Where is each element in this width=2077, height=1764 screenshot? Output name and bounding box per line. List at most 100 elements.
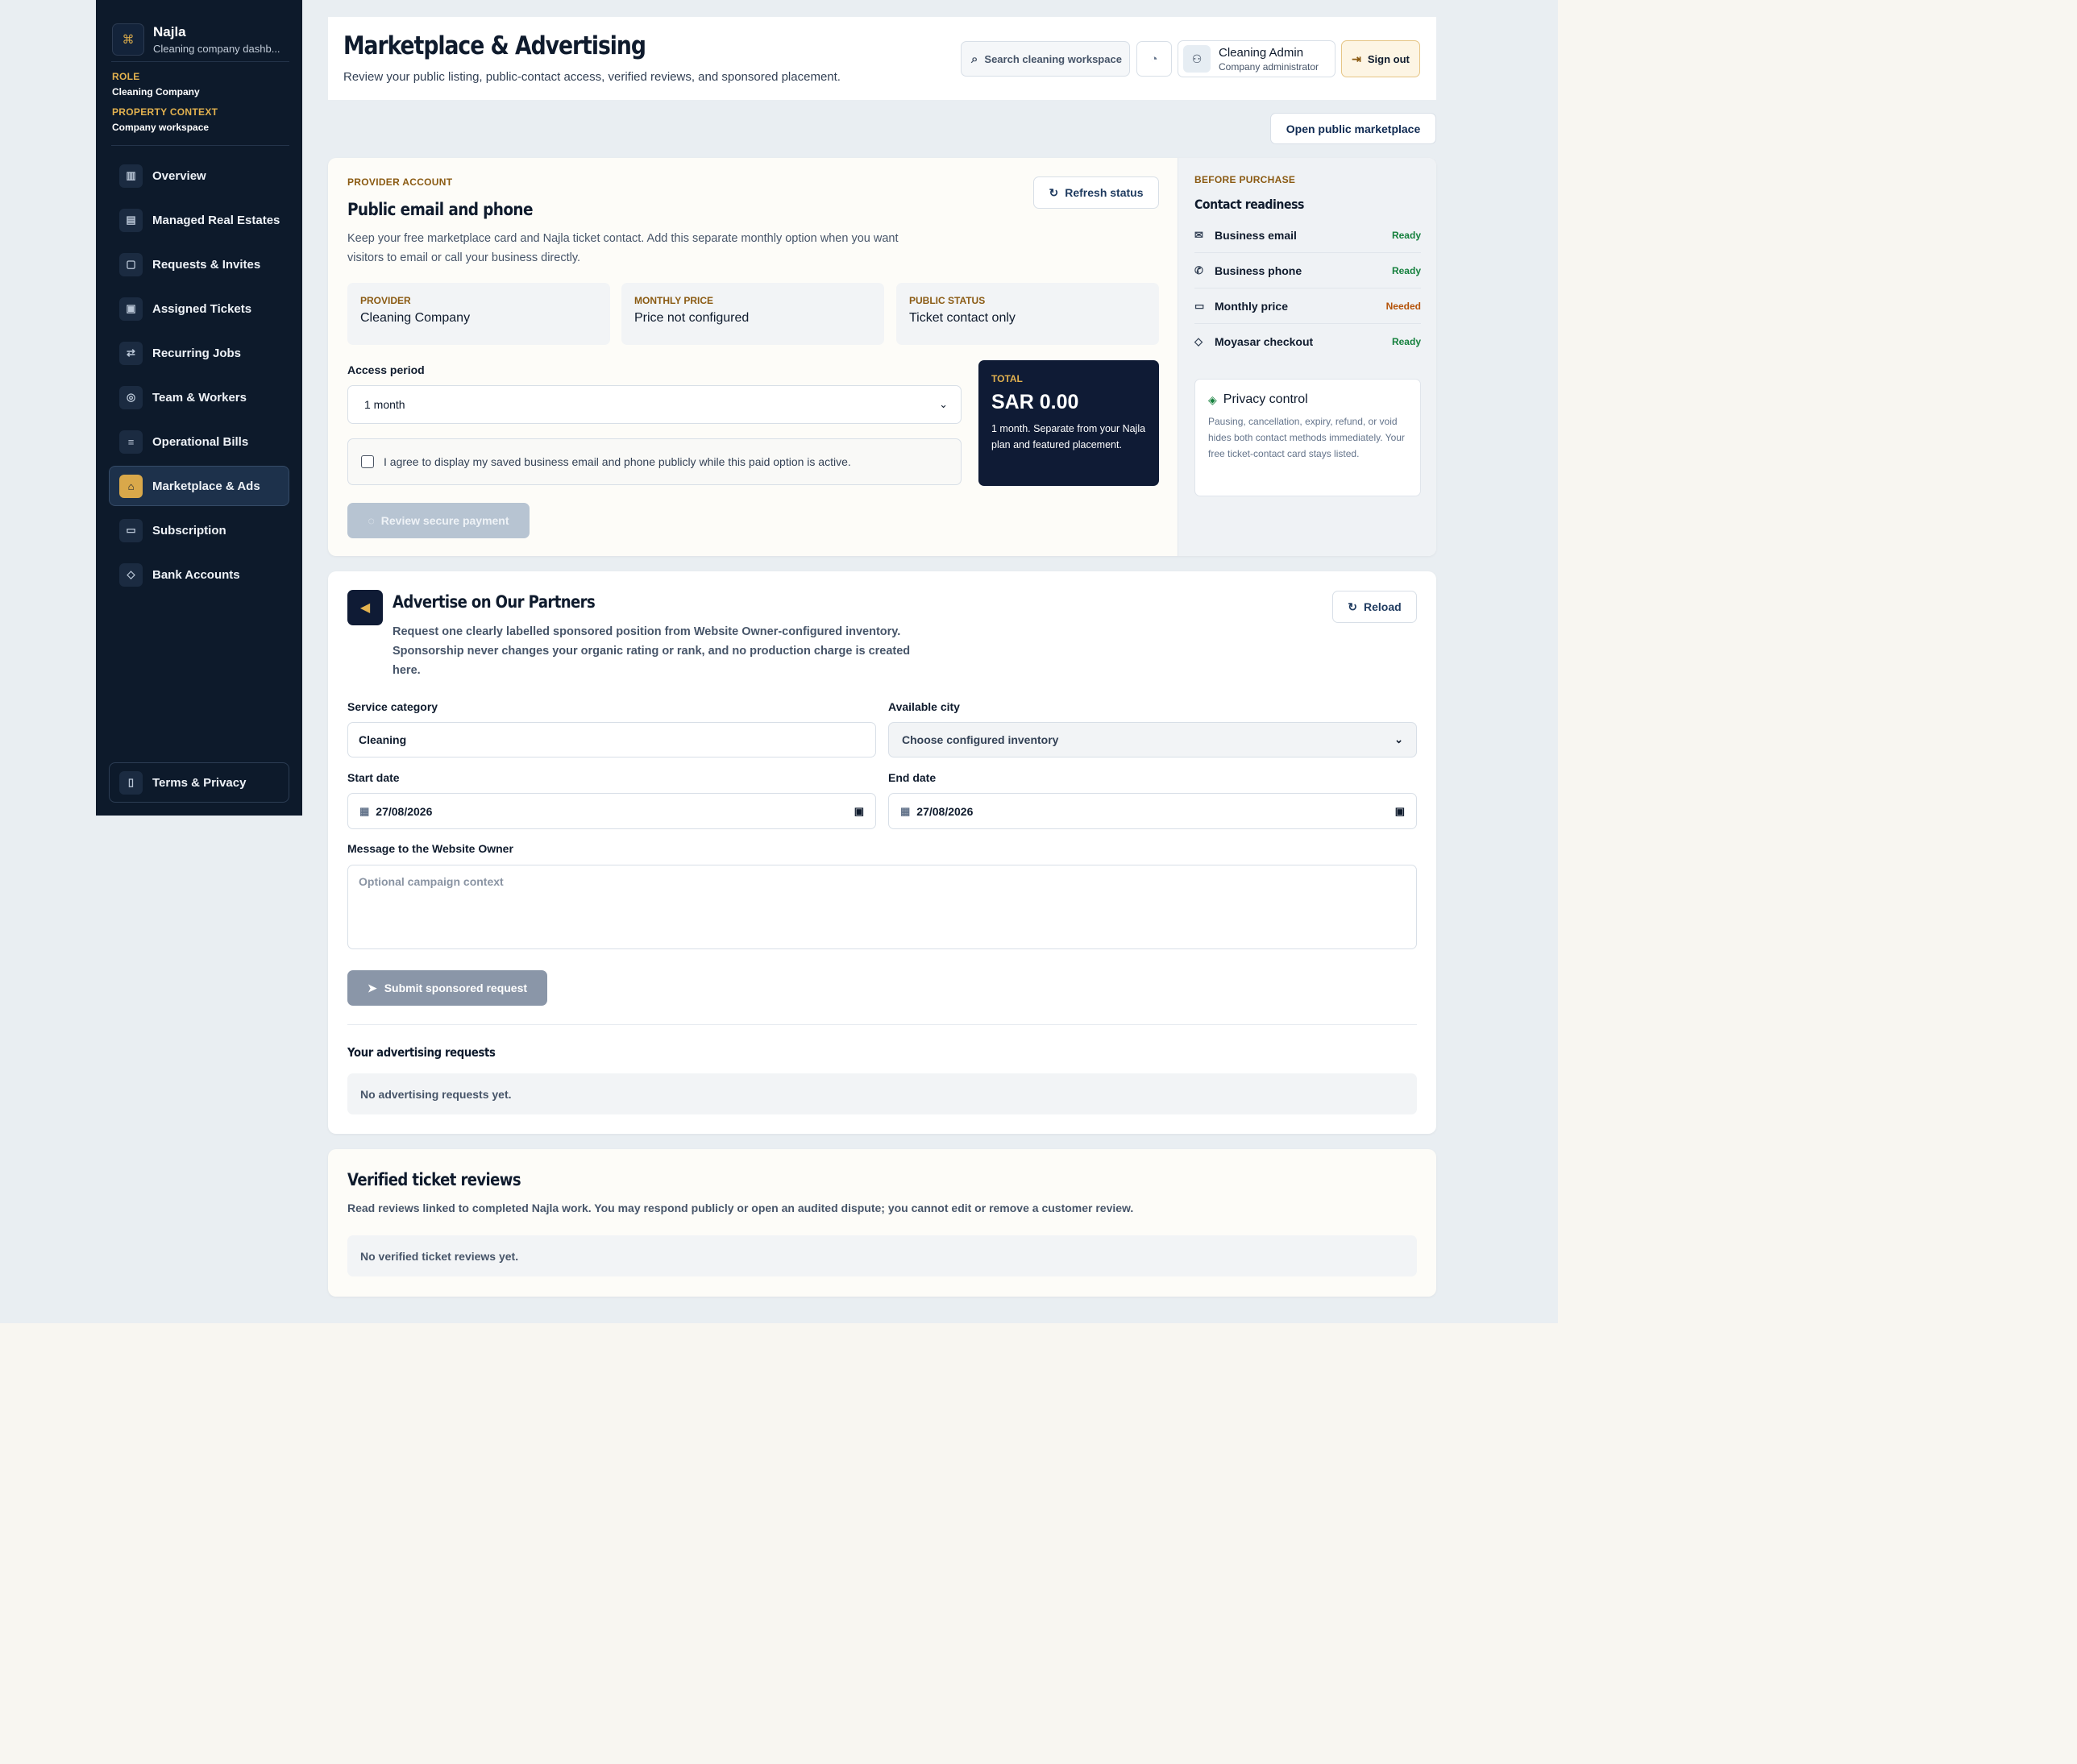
sidebar-item-label: Marketplace & Ads: [152, 479, 260, 493]
terms-label: Terms & Privacy: [152, 775, 247, 790]
shield-icon: ◇: [119, 562, 143, 587]
brand-logo-icon: ⌘: [112, 23, 144, 56]
status-badge: Ready: [1391, 336, 1421, 347]
provider-description: Keep your free marketplace card and Najl…: [347, 232, 899, 264]
message-textarea[interactable]: Optional campaign context: [347, 865, 1417, 949]
open-marketplace-button[interactable]: Open public marketplace: [1270, 113, 1436, 144]
agree-checkbox[interactable]: [361, 455, 374, 468]
reload-button[interactable]: ↻ Reload: [1332, 591, 1417, 623]
sidebar-item-managed-real-estates[interactable]: ▤ Managed Real Estates: [109, 200, 289, 240]
search-input[interactable]: ⌕ Search cleaning workspace: [961, 41, 1130, 77]
role-value: Cleaning Company: [112, 86, 200, 98]
refresh-label: Refresh status: [1065, 186, 1144, 199]
message-placeholder: Optional campaign context: [359, 875, 504, 888]
privacy-text: Pausing, cancellation, expiry, refund, o…: [1208, 416, 1405, 459]
start-date-value: 27/08/2026: [376, 804, 433, 818]
advertising-requests-empty: No advertising requests yet.: [347, 1073, 1417, 1114]
access-period-select[interactable]: 1 month ⌄: [347, 385, 962, 424]
sidebar-nav: ▥ Overview ▤ Managed Real Estates ▢ Request…: [109, 156, 289, 599]
calendar-picker-icon[interactable]: ▣: [854, 805, 864, 818]
role-label: ROLE: [112, 71, 140, 82]
privacy-title: Privacy control: [1223, 392, 1308, 406]
calendar-icon: ▦: [900, 804, 911, 817]
store-icon: ⌂: [119, 474, 143, 498]
refresh-status-button[interactable]: ↻ Refresh status: [1033, 176, 1159, 209]
reviews-title: Verified ticket reviews: [347, 1170, 521, 1189]
available-city-value: Choose configured inventory: [902, 733, 1059, 746]
user-menu[interactable]: ⚇ Cleaning Admin Company administrator: [1178, 40, 1336, 77]
available-city-select[interactable]: Choose configured inventory ⌄: [888, 722, 1417, 757]
sidebar-item-label: Operational Bills: [152, 434, 249, 449]
submit-sponsored-request-button[interactable]: ➤ Submit sponsored request: [347, 970, 547, 1006]
advertise-title: Advertise on Our Partners: [393, 592, 596, 612]
end-date-label: End date: [888, 771, 937, 784]
reload-label: Reload: [1364, 600, 1402, 613]
sidebar-item-label: Requests & Invites: [152, 257, 261, 272]
advertise-card: ◀ Advertise on Our Partners Request one …: [328, 571, 1436, 1134]
page-title: Marketplace & Advertising: [343, 31, 646, 60]
card-icon: ▭: [119, 518, 143, 542]
shield-check-icon: ◈: [1208, 392, 1217, 406]
readiness-row: ✆ Business phone Ready: [1194, 253, 1421, 288]
calendar-icon: ▦: [359, 804, 370, 817]
sign-out-button[interactable]: ⇥ Sign out: [1341, 40, 1420, 77]
readiness-title: Contact readiness: [1194, 197, 1305, 212]
search-placeholder: Search cleaning workspace: [984, 52, 1122, 65]
shield-icon: ◇: [1194, 335, 1203, 347]
stat-label: PROVIDER: [360, 295, 411, 306]
sidebar-item-operational-bills[interactable]: ≡ Operational Bills: [109, 421, 289, 462]
status-badge: Needed: [1385, 300, 1421, 312]
review-payment-button[interactable]: ◌ Review secure payment: [347, 503, 530, 538]
brand[interactable]: ⌘ Najla Cleaning company dashb...: [112, 16, 286, 63]
calendar-picker-icon[interactable]: ▣: [1395, 805, 1405, 818]
sidebar-item-team-workers[interactable]: ◎ Team & Workers: [109, 377, 289, 417]
phone-icon: ✆: [1194, 264, 1203, 276]
start-date-input[interactable]: ▦ 27/08/2026 ▣: [347, 793, 876, 829]
mail-icon: ✉: [1194, 228, 1203, 241]
reviews-empty: No verified ticket reviews yet.: [347, 1235, 1417, 1276]
sidebar-item-label: Managed Real Estates: [152, 213, 280, 227]
stat-value: Cleaning Company: [360, 311, 471, 325]
user-avatar-icon: ⚇: [1183, 45, 1211, 73]
readiness-row: ✉ Business email Ready: [1194, 218, 1421, 253]
sidebar-item-requests-invites[interactable]: ▢ Requests & Invites: [109, 244, 289, 284]
sidebar-item-label: Recurring Jobs: [152, 346, 242, 360]
sidebar-item-label: Team & Workers: [152, 390, 247, 405]
bar-chart-icon: ▥: [119, 164, 143, 188]
end-date-input[interactable]: ▦ 27/08/2026 ▣: [888, 793, 1417, 829]
sidebar: ⌘ Najla Cleaning company dashb... ROLE C…: [96, 0, 302, 816]
refresh-icon: ↻: [1348, 600, 1358, 613]
receipt-icon: ≡: [119, 430, 143, 454]
sidebar-item-label: Subscription: [152, 523, 226, 538]
sidebar-item-overview[interactable]: ▥ Overview: [109, 156, 289, 196]
search-icon: ⌕: [971, 52, 978, 66]
workspace-context: ROLE Cleaning Company PROPERTY CONTEXT C…: [112, 71, 218, 142]
megaphone-icon: ◀: [347, 590, 383, 625]
sidebar-item-bank-accounts[interactable]: ◇ Bank Accounts: [109, 554, 289, 595]
total-value: SAR 0.00: [991, 391, 1079, 413]
reviews-description: Read reviews linked to completed Najla w…: [347, 1202, 1134, 1214]
clipboard-check-icon: ▣: [119, 297, 143, 321]
sidebar-item-subscription[interactable]: ▭ Subscription: [109, 510, 289, 550]
notifications-button[interactable]: ◔: [1136, 41, 1172, 77]
sidebar-item-label: Overview: [152, 168, 206, 183]
submit-label: Submit sponsored request: [384, 982, 528, 994]
terms-privacy-link[interactable]: ▯ Terms & Privacy: [109, 762, 289, 803]
stat-value: Ticket contact only: [909, 311, 1016, 325]
sidebar-item-recurring-jobs[interactable]: ⇄ Recurring Jobs: [109, 333, 289, 373]
readiness-label: Monthly price: [1215, 299, 1289, 313]
status-badge: Ready: [1391, 264, 1421, 276]
page-header: Marketplace & Advertising Review your pu…: [328, 17, 1436, 100]
readiness-row: ◇ Moyasar checkout Ready: [1194, 324, 1421, 359]
stat-provider: PROVIDER Cleaning Company: [347, 283, 610, 345]
service-category-label: Service category: [347, 700, 438, 713]
sidebar-item-assigned-tickets[interactable]: ▣ Assigned Tickets: [109, 288, 289, 329]
message-label: Message to the Website Owner: [347, 842, 513, 855]
agree-checkbox-row[interactable]: I agree to display my saved business ema…: [347, 438, 962, 485]
sidebar-item-marketplace-ads[interactable]: ⌂ Marketplace & Ads: [109, 466, 289, 506]
advertise-description: Request one clearly labelled sponsored p…: [393, 625, 911, 677]
provider-title: Public email and phone: [347, 200, 533, 219]
repeat-icon: ⇄: [119, 341, 143, 365]
building-icon: ▤: [119, 208, 143, 232]
service-category-field[interactable]: Cleaning: [347, 722, 876, 757]
